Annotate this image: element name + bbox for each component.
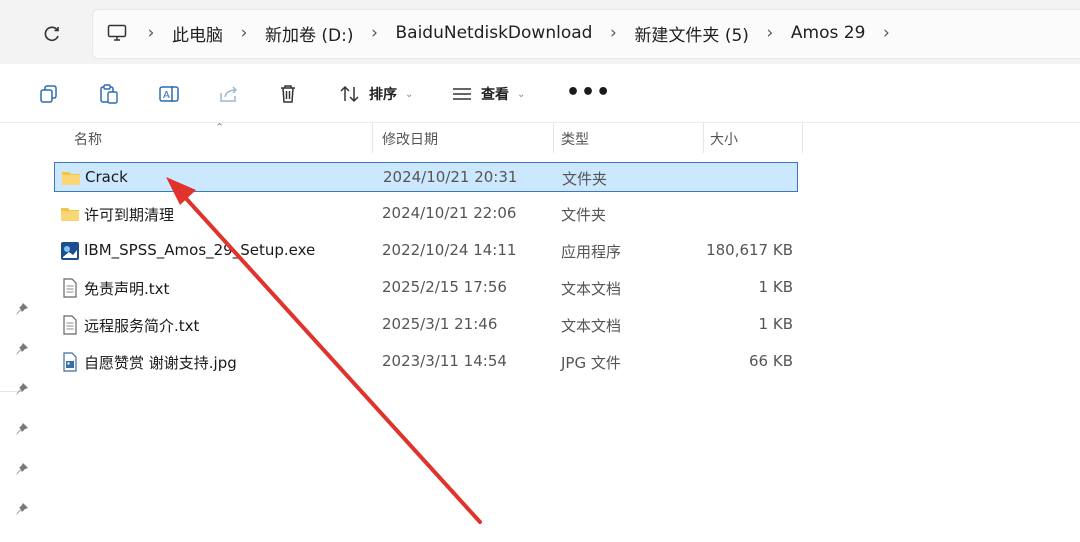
file-row[interactable]: IBM_SPSS_Amos_29_Setup.exe 2022/10/24 14… [54,236,798,266]
chevron-right-icon[interactable]: › [869,23,903,43]
file-name: 自愿赞赏 谢谢支持.jpg [84,354,237,372]
crumb-baidu[interactable]: BaiduNetdiskDownload [392,23,597,43]
file-date: 2024/10/21 22:06 [382,204,517,222]
paste-button[interactable] [96,81,122,107]
file-row[interactable]: 远程服务简介.txt 2025/3/1 21:46 文本文档 1 KB [54,310,798,340]
view-icon [453,88,471,100]
paste-icon [100,84,118,104]
column-divider[interactable] [372,123,373,153]
command-bar: A 排序 ⌄ 查看 ⌄ ••• [0,64,1080,123]
pin-icon[interactable] [14,301,30,317]
crumb-drive[interactable]: 新加卷 (D:) [261,21,358,46]
file-type: 应用程序 [561,243,622,261]
chevron-right-icon[interactable]: › [134,23,168,43]
file-date: 2024/10/21 20:31 [383,168,518,186]
refresh-button[interactable] [38,20,66,48]
rename-button[interactable]: A [156,81,182,107]
chevron-right-icon[interactable]: › [227,23,261,43]
sort-dropdown[interactable]: 排序 ⌄ [339,79,413,109]
file-type: 文本文档 [561,280,622,298]
file-type: 文件夹 [562,170,608,188]
refresh-icon [44,26,59,42]
navigation-pane [0,123,44,542]
crumb-new-folder[interactable]: 新建文件夹 (5) [630,21,752,46]
column-header-type[interactable]: 类型 [561,129,589,149]
file-row[interactable]: 免责声明.txt 2025/2/15 17:56 文本文档 1 KB [54,273,798,303]
column-header-name[interactable]: 名称 [74,129,102,149]
column-divider[interactable] [553,123,554,153]
column-header-size[interactable]: 大小 [710,129,738,149]
file-size: 66 KB [749,352,793,370]
file-date: 2025/3/1 21:46 [382,315,498,333]
column-header-date[interactable]: 修改日期 [382,129,438,149]
view-dropdown[interactable]: 查看 ⌄ [451,79,525,109]
file-name: IBM_SPSS_Amos_29_Setup.exe [84,241,316,259]
text-file-icon [63,278,77,298]
copy-button[interactable] [36,81,62,107]
share-button[interactable] [216,81,242,107]
delete-button[interactable] [275,81,301,107]
folder-icon [61,208,79,221]
crumb-amos[interactable]: Amos 29 [787,23,869,43]
pin-icon[interactable] [14,461,30,477]
chevron-right-icon[interactable]: › [358,23,392,43]
file-size: 180,617 KB [706,241,793,259]
sort-label: 排序 [369,87,397,103]
file-row[interactable]: 许可到期清理 2024/10/21 22:06 文件夹 [54,199,798,229]
file-row[interactable]: 自愿赞赏 谢谢支持.jpg 2023/3/11 14:54 JPG 文件 66 … [54,347,798,377]
chevron-right-icon[interactable]: › [753,23,787,43]
sort-icon [340,85,359,103]
more-options-button[interactable]: ••• [566,80,611,105]
image-file-icon [63,352,77,372]
chevron-down-icon: ⌄ [405,88,414,100]
pin-icon[interactable] [14,421,30,437]
sort-ascending-icon: ⌃ [215,121,225,134]
svg-text:A: A [163,90,170,101]
breadcrumb: › 此电脑 › 新加卷 (D:) › BaiduNetdiskDownload … [100,9,903,57]
file-date: 2025/2/15 17:56 [382,278,507,296]
text-file-icon [63,315,77,335]
pin-icon[interactable] [14,341,30,357]
file-name: 远程服务简介.txt [84,317,200,335]
column-header-row: ⌃ 名称 修改日期 类型 大小 [44,121,804,153]
chevron-down-icon: ⌄ [517,88,526,100]
file-name: 免责声明.txt [84,280,170,298]
monitor-icon [107,24,127,41]
crumb-this-pc[interactable]: 此电脑 [168,21,227,46]
this-pc-crumb[interactable] [100,24,134,42]
file-type: 文件夹 [561,206,607,224]
folder-icon [62,172,80,185]
trash-icon [281,85,295,103]
file-date: 2023/3/11 14:54 [382,352,507,370]
copy-icon [40,85,57,103]
rename-icon: A [159,86,179,102]
pin-icon[interactable] [14,501,30,517]
file-size: 1 KB [758,315,793,333]
column-divider[interactable] [703,123,704,153]
file-name: Crack [85,168,128,186]
file-name: 许可到期清理 [84,206,175,224]
pin-icon[interactable] [14,381,30,397]
view-label: 查看 [481,87,509,103]
file-type: 文本文档 [561,317,622,335]
file-type: JPG 文件 [561,354,621,372]
file-date: 2022/10/24 14:11 [382,241,517,259]
share-icon [220,86,238,102]
exe-icon [61,242,79,260]
column-divider[interactable] [802,123,803,153]
file-row[interactable]: Crack 2024/10/21 20:31 文件夹 [54,162,798,192]
chevron-right-icon[interactable]: › [596,23,630,43]
file-size: 1 KB [758,278,793,296]
